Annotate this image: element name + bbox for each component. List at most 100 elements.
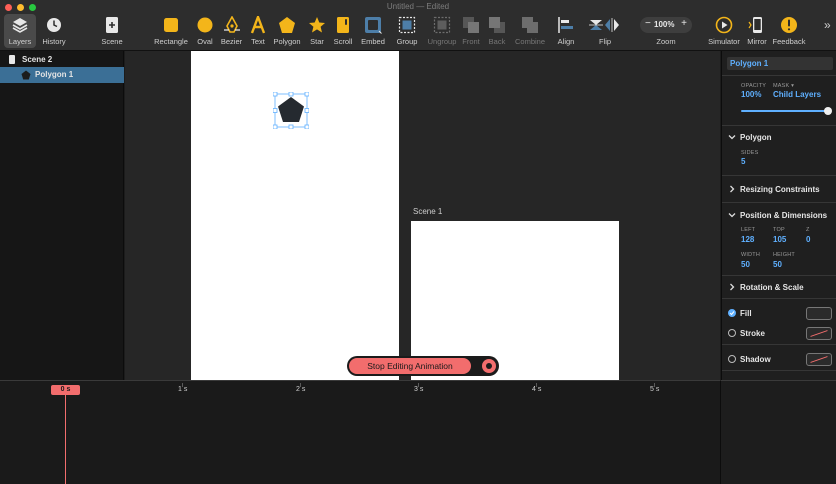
- embed-tool[interactable]: Embed: [359, 16, 387, 48]
- record-icon[interactable]: [482, 359, 496, 373]
- text-tool-label: Text: [251, 37, 265, 46]
- chevron-right-icon[interactable]: [728, 185, 736, 193]
- width-value[interactable]: 50: [741, 260, 750, 269]
- scene-2-artboard[interactable]: [191, 51, 399, 380]
- scene-button[interactable]: Scene: [97, 16, 127, 48]
- layer-row-scene-2[interactable]: Scene 2: [0, 52, 124, 68]
- rotation-scale-title[interactable]: Rotation & Scale: [740, 283, 804, 292]
- tick-label: 1 s: [178, 386, 188, 393]
- animation-timeline[interactable]: 1 s 2 s 3 s 4 s 5 s 0 s: [0, 380, 720, 484]
- combine-button-label: Combine: [514, 37, 545, 46]
- polygon-section-title[interactable]: Polygon: [740, 133, 772, 142]
- align-menu[interactable]: Align: [553, 16, 579, 48]
- resizing-constraints-title[interactable]: Resizing Constraints: [740, 185, 820, 194]
- opacity-slider-thumb[interactable]: [824, 107, 832, 115]
- chevron-right-icon[interactable]: [728, 283, 736, 291]
- z-value[interactable]: 0: [806, 235, 810, 244]
- stroke-checkbox[interactable]: [728, 329, 736, 337]
- layers-tab[interactable]: Layers: [4, 16, 36, 48]
- toolbar-overflow-icon[interactable]: »: [824, 18, 831, 32]
- left-value[interactable]: 128: [741, 235, 754, 244]
- bring-front-button[interactable]: Front: [460, 16, 482, 48]
- embed-tool-label: Embed: [361, 37, 385, 46]
- record-dot: [486, 363, 492, 369]
- mask-label: MASK ▾: [773, 83, 795, 89]
- rectangle-tool[interactable]: Rectangle: [152, 16, 190, 48]
- stroke-color-swatch[interactable]: [806, 327, 832, 340]
- flip-icon: [589, 18, 619, 32]
- simulator-button[interactable]: Simulator: [705, 16, 743, 48]
- ungroup-button[interactable]: Ungroup: [425, 16, 459, 48]
- opacity-label: OPACITY: [741, 83, 767, 89]
- polygon-tool[interactable]: Polygon: [271, 16, 303, 48]
- height-value[interactable]: 50: [773, 260, 782, 269]
- zoom-in-button[interactable]: +: [681, 18, 687, 29]
- scene-icon: [9, 55, 15, 64]
- zoom-control: − 100% + Zoom: [640, 16, 692, 48]
- shadow-color-swatch[interactable]: [806, 353, 832, 366]
- top-value[interactable]: 105: [773, 235, 786, 244]
- stop-editing-animation-bar: Stop Editing Animation: [347, 356, 499, 376]
- history-tab[interactable]: History: [38, 16, 70, 48]
- canvas[interactable]: Scene 1 Stop Editing Animation: [125, 51, 720, 380]
- fill-checkbox[interactable]: [728, 309, 736, 317]
- mask-label-text: MASK: [773, 83, 790, 89]
- scene-1-label: Scene 1: [413, 207, 443, 216]
- group-button-label: Group: [396, 37, 418, 46]
- mirror-button[interactable]: Mirror: [744, 16, 770, 48]
- mask-value[interactable]: Child Layers: [773, 90, 821, 99]
- opacity-value[interactable]: 100%: [741, 90, 761, 99]
- scroll-icon: [337, 17, 349, 33]
- bezier-tool[interactable]: Bezier: [218, 16, 245, 48]
- stop-editing-animation-button[interactable]: Stop Editing Animation: [349, 358, 471, 374]
- opacity-slider-track[interactable]: [741, 110, 828, 112]
- chevron-down-icon[interactable]: [728, 133, 736, 141]
- playhead-time[interactable]: 0 s: [51, 385, 80, 395]
- oval-icon: [197, 17, 213, 33]
- feedback-button[interactable]: Feedback: [770, 16, 808, 48]
- sides-label: SIDES: [741, 150, 759, 156]
- polygon-layer-icon: [21, 70, 31, 80]
- zoom-value[interactable]: 100%: [654, 20, 674, 29]
- fill-label: Fill: [740, 309, 752, 318]
- position-dimensions-title[interactable]: Position & Dimensions: [740, 211, 827, 220]
- mirror-button-label: Mirror: [747, 37, 767, 46]
- layer-name-field[interactable]: Polygon 1: [727, 57, 833, 70]
- exclamation-icon: [781, 17, 797, 33]
- combine-button[interactable]: Combine: [512, 16, 548, 48]
- zoom-out-button[interactable]: −: [645, 18, 651, 29]
- group-button[interactable]: Group: [394, 16, 420, 48]
- divider: [722, 202, 836, 203]
- send-back-button[interactable]: Back: [486, 16, 508, 48]
- scroll-tool[interactable]: Scroll: [330, 16, 356, 48]
- combine-icon: [522, 17, 538, 33]
- shadow-checkbox[interactable]: [728, 355, 736, 363]
- oval-tool[interactable]: Oval: [192, 16, 218, 48]
- history-tab-label: History: [42, 37, 66, 46]
- flip-button[interactable]: Flip: [586, 16, 624, 48]
- timeline-side-panel: [720, 380, 836, 484]
- playhead-line[interactable]: [65, 395, 66, 484]
- new-scene-icon: [106, 17, 118, 33]
- polygon-icon: [279, 17, 295, 33]
- embed-icon: [365, 17, 382, 34]
- chevron-down-icon[interactable]: [728, 211, 736, 219]
- left-label: LEFT: [741, 227, 756, 233]
- align-menu-label: Align: [557, 37, 575, 46]
- divider: [722, 275, 836, 276]
- play-icon: [715, 16, 733, 34]
- divider: [722, 175, 836, 176]
- layer-row-polygon-1[interactable]: Polygon 1: [0, 67, 124, 83]
- zoom-label: Zoom: [656, 37, 676, 46]
- ungroup-button-label: Ungroup: [427, 37, 457, 46]
- height-label: HEIGHT: [773, 252, 795, 258]
- bring-front-icon: [463, 17, 479, 33]
- star-tool[interactable]: Star: [305, 16, 329, 48]
- polygon-1-selection[interactable]: [273, 92, 309, 129]
- inspector-panel: Polygon 1 OPACITY 100% MASK ▾ Child Laye…: [721, 51, 836, 380]
- divider: [722, 370, 836, 371]
- sides-value[interactable]: 5: [741, 157, 745, 166]
- tick-label: 5 s: [650, 386, 660, 393]
- text-tool[interactable]: Text: [247, 16, 269, 48]
- fill-color-swatch[interactable]: [806, 307, 832, 320]
